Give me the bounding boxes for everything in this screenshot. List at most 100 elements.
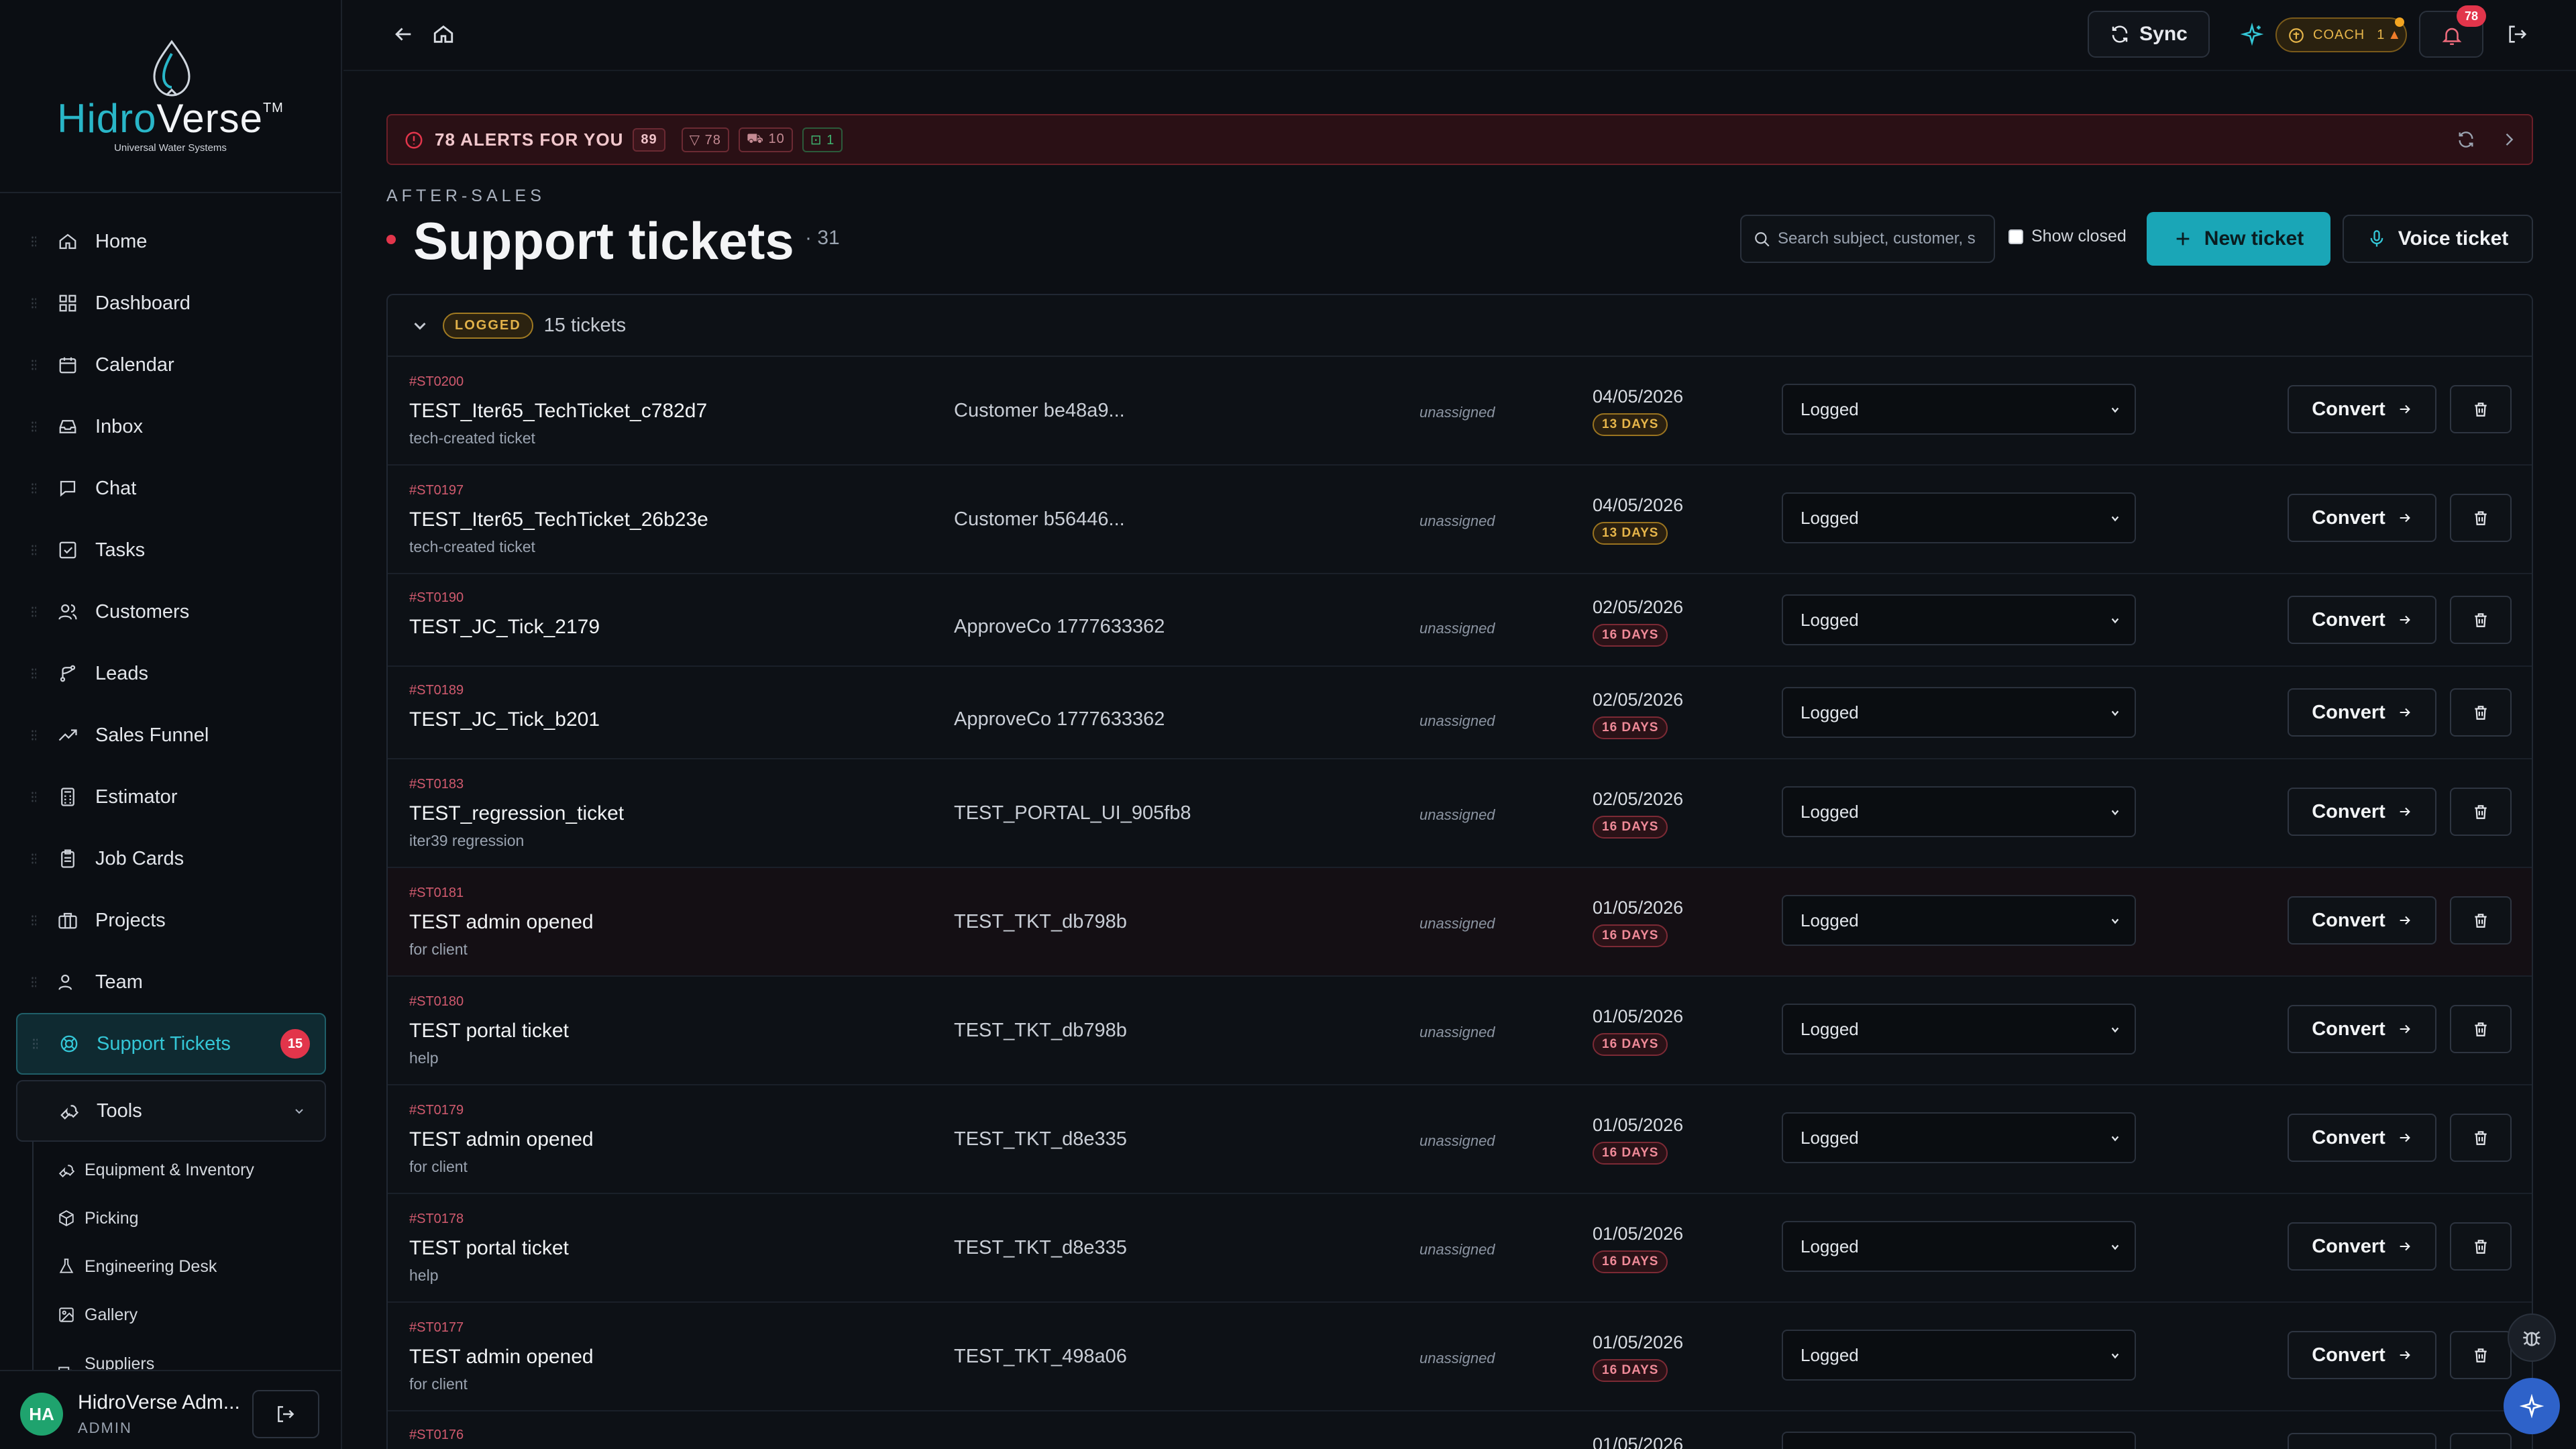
convert-button[interactable]: Convert: [2288, 1005, 2436, 1053]
drag-handle-icon[interactable]: [31, 791, 36, 803]
status-select[interactable]: Logged: [1782, 1112, 2136, 1163]
ticket-subject[interactable]: TEST_JC_Tick_2179: [409, 616, 600, 639]
ticket-id[interactable]: #ST0179: [409, 1103, 464, 1118]
logout-button[interactable]: [252, 1390, 319, 1438]
ticket-customer[interactable]: ApproveCo 1777633362: [954, 708, 1165, 731]
status-select[interactable]: Logged: [1782, 786, 2136, 837]
ticket-id[interactable]: #ST0200: [409, 374, 464, 390]
drag-handle-icon[interactable]: [31, 606, 36, 618]
sync-button[interactable]: Sync: [2088, 11, 2210, 58]
ticket-customer[interactable]: Customer be48a9...: [954, 400, 1125, 422]
ticket-id[interactable]: #ST0189: [409, 683, 464, 698]
ticket-subject[interactable]: TEST_JC_Tick_b201: [409, 708, 600, 731]
sidebar-item-support-tickets[interactable]: Support Tickets 15: [16, 1013, 326, 1075]
drag-handle-icon[interactable]: [31, 421, 36, 433]
ticket-subject[interactable]: TEST admin opened: [409, 1346, 594, 1368]
convert-button[interactable]: Convert: [2288, 1114, 2436, 1162]
ticket-customer[interactable]: TEST_TKT_d8e335: [954, 1237, 1127, 1259]
ticket-customer[interactable]: Customer b56446...: [954, 508, 1125, 531]
delete-button[interactable]: [2450, 385, 2512, 433]
brand-logo[interactable]: HidroVerseTM Universal Water Systems: [0, 0, 341, 193]
drag-handle-icon[interactable]: [31, 853, 36, 865]
status-select[interactable]: Logged: [1782, 895, 2136, 946]
delete-button[interactable]: [2450, 1331, 2512, 1379]
back-arrow-icon[interactable]: [392, 23, 415, 46]
convert-button[interactable]: Convert: [2288, 896, 2436, 945]
ticket-customer[interactable]: TEST_PORTAL_UI_905fb8: [954, 802, 1191, 824]
delete-button[interactable]: [2450, 896, 2512, 945]
sidebar-item-estimator[interactable]: Estimator: [16, 766, 326, 828]
status-select[interactable]: Logged: [1782, 1221, 2136, 1272]
drag-handle-icon[interactable]: [31, 297, 36, 309]
show-closed-checkbox[interactable]: [2008, 229, 2023, 244]
drag-handle-icon[interactable]: [31, 976, 36, 988]
sidebar-subitem-suppliers[interactable]: Suppliers: [34, 1339, 326, 1374]
table-row[interactable]: #ST0179 TEST admin opened for client TEST_T…: [388, 1085, 2532, 1194]
show-closed-toggle[interactable]: Show closed: [2008, 227, 2127, 246]
drag-handle-icon[interactable]: [31, 729, 36, 741]
sidebar-item-chat[interactable]: Chat: [16, 458, 326, 519]
sidebar-subitem-engineering-desk[interactable]: Engineering Desk: [34, 1242, 326, 1291]
voice-ticket-button[interactable]: Voice ticket: [2343, 215, 2533, 263]
ticket-id[interactable]: #ST0190: [409, 590, 464, 606]
ticket-id[interactable]: #ST0177: [409, 1320, 464, 1336]
ticket-id[interactable]: #ST0183: [409, 777, 464, 792]
table-row[interactable]: #ST0190 TEST_JC_Tick_2179 ApproveCo 177763…: [388, 574, 2532, 667]
coach-button[interactable]: COACH 1 ▲: [2275, 17, 2407, 52]
ticket-subject[interactable]: TEST portal ticket: [409, 1020, 569, 1042]
sidebar-subitem-equipment[interactable]: Equipment & Inventory: [34, 1146, 326, 1194]
sidebar-item-dashboard[interactable]: Dashboard: [16, 272, 326, 334]
bug-report-button[interactable]: [2508, 1313, 2556, 1362]
convert-button[interactable]: Convert: [2288, 788, 2436, 836]
table-row[interactable]: #ST0200 TEST_Iter65_TechTicket_c782d7 tech…: [388, 357, 2532, 466]
delete-button[interactable]: [2450, 788, 2512, 836]
ticket-customer[interactable]: TEST_TKT_d8e335: [954, 1128, 1127, 1150]
drag-handle-icon[interactable]: [31, 914, 36, 926]
group-header-logged[interactable]: LOGGED 15 tickets: [388, 295, 2532, 357]
table-row[interactable]: #ST0183 TEST_regression_ticket iter39 regr…: [388, 759, 2532, 868]
sidebar-item-projects[interactable]: Projects: [16, 890, 326, 951]
ticket-customer[interactable]: TEST_TKT_db798b: [954, 911, 1127, 933]
convert-button[interactable]: Convert: [2288, 1222, 2436, 1271]
ticket-id[interactable]: #ST0178: [409, 1212, 464, 1227]
avatar[interactable]: HA: [20, 1393, 63, 1436]
convert-button[interactable]: Convert: [2288, 688, 2436, 737]
sidebar-item-job-cards[interactable]: Job Cards: [16, 828, 326, 890]
status-select[interactable]: Logged: [1782, 1004, 2136, 1055]
status-select[interactable]: Logged: [1782, 1330, 2136, 1381]
sparkle-icon[interactable]: [2241, 23, 2263, 46]
ticket-subject[interactable]: TEST admin opened: [409, 911, 594, 934]
drag-handle-icon[interactable]: [31, 359, 36, 371]
logout-icon[interactable]: [2506, 23, 2529, 46]
ticket-id[interactable]: #ST0197: [409, 483, 464, 498]
search-input[interactable]: Search subject, customer, s: [1740, 215, 1995, 263]
sidebar-item-customers[interactable]: Customers: [16, 581, 326, 643]
sidebar-subitem-gallery[interactable]: Gallery: [34, 1291, 326, 1339]
drag-handle-icon[interactable]: [32, 1038, 38, 1050]
drag-handle-icon[interactable]: [31, 482, 36, 494]
convert-button[interactable]: Convert: [2288, 494, 2436, 542]
status-select[interactable]: Logged: [1782, 687, 2136, 738]
delete-button[interactable]: [2450, 1222, 2512, 1271]
delete-button[interactable]: [2450, 494, 2512, 542]
ticket-id[interactable]: #ST0176: [409, 1428, 464, 1443]
sidebar-item-sales-funnel[interactable]: Sales Funnel: [16, 704, 326, 766]
notifications-button[interactable]: 78: [2419, 5, 2486, 58]
sidebar-item-leads[interactable]: Leads: [16, 643, 326, 704]
convert-button[interactable]: Convert: [2288, 385, 2436, 433]
ticket-customer[interactable]: ApproveCo 1777633362: [954, 616, 1165, 638]
table-row[interactable]: #ST0180 TEST portal ticket help TEST_TKT_db…: [388, 977, 2532, 1085]
table-row[interactable]: #ST0189 TEST_JC_Tick_b201 ApproveCo 177763…: [388, 667, 2532, 759]
convert-button[interactable]: [2288, 1433, 2436, 1449]
ticket-subject[interactable]: TEST admin opened: [409, 1128, 594, 1151]
ticket-subject[interactable]: TEST_Iter65_TechTicket_26b23e: [409, 508, 708, 531]
chevron-right-icon[interactable]: [2500, 130, 2518, 149]
delete-button[interactable]: [2450, 1433, 2512, 1449]
ticket-subject[interactable]: TEST_Iter65_TechTicket_c782d7: [409, 400, 707, 423]
ticket-id[interactable]: #ST0181: [409, 885, 464, 901]
sidebar-item-tasks[interactable]: Tasks: [16, 519, 326, 581]
sidebar-item-calendar[interactable]: Calendar: [16, 334, 326, 396]
delete-button[interactable]: [2450, 596, 2512, 644]
status-select[interactable]: Logged: [1782, 384, 2136, 435]
ticket-customer[interactable]: TEST_TKT_498a06: [954, 1346, 1127, 1368]
